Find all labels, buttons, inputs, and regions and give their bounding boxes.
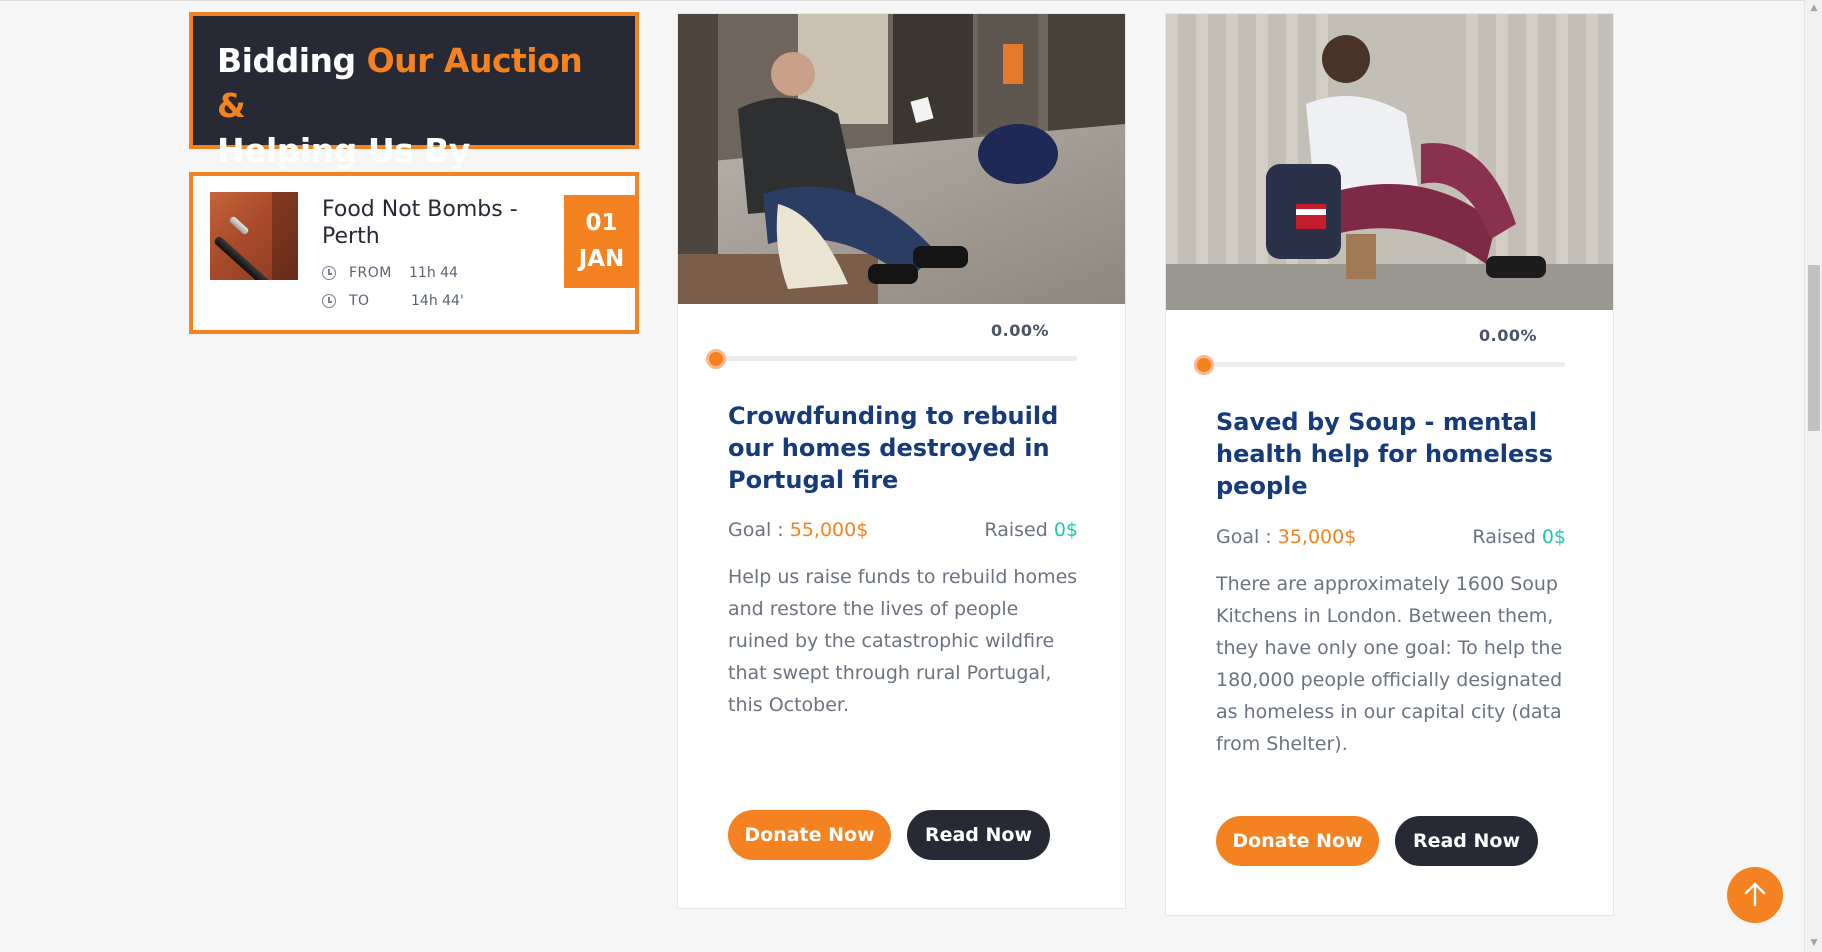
campaign-card: 0.00% Saved by Soup - mental health help… [1165, 13, 1614, 916]
read-now-button[interactable]: Read Now [907, 810, 1050, 860]
clock-icon [322, 294, 336, 308]
auction-heading-part1: Bidding [217, 41, 367, 80]
scrollbar-thumb[interactable] [1808, 265, 1820, 431]
event-thumbnail[interactable] [210, 192, 298, 280]
event-time-to: TO 14h 44' [322, 292, 522, 310]
raised-group: Raised 0$ [1472, 526, 1566, 548]
campaign-description: Help us raise funds to rebuild homes and… [728, 566, 1078, 716]
campaign-title[interactable]: Saved by Soup - mental health help for h… [1216, 406, 1576, 502]
event-date-day: 01 [585, 210, 618, 236]
auction-heading-box: Bidding Our Auction & Helping Us By Dona… [189, 12, 639, 215]
event-date-badge: 01 JAN [564, 195, 639, 288]
raised-label: Raised [1472, 526, 1542, 548]
read-now-button[interactable]: Read Now [1395, 816, 1538, 866]
goal-amount: 55,000$ [789, 519, 869, 541]
event-title[interactable]: Food Not Bombs - Perth [322, 196, 542, 250]
goal-label: Goal : [1216, 526, 1278, 548]
donate-now-button[interactable]: Donate Now [728, 810, 891, 860]
top-divider [0, 0, 1804, 1]
progress-track [1194, 355, 1565, 375]
campaign-image[interactable] [678, 14, 1125, 304]
campaign-image[interactable] [1166, 14, 1613, 310]
raised-amount: 0$ [1541, 526, 1566, 548]
arrow-up-icon [1744, 882, 1766, 907]
progress-track [706, 349, 1077, 369]
raised-amount: 0$ [1053, 519, 1078, 541]
homeless-man-sitting-image [678, 14, 1125, 304]
campaign-title[interactable]: Crowdfunding to rebuild our homes destro… [728, 400, 1088, 496]
progress-percent: 0.00% [991, 321, 1050, 340]
progress-knob [706, 349, 726, 369]
goal-row: Goal : 55,000$ Raised 0$ [728, 519, 1078, 543]
progress-knob [1194, 355, 1214, 375]
scroll-up-icon[interactable]: ▲ [1805, 0, 1822, 17]
raised-group: Raised 0$ [984, 519, 1078, 541]
scroll-down-icon[interactable]: ▼ [1805, 935, 1822, 952]
goal-label: Goal : [728, 519, 790, 541]
clock-icon [322, 266, 336, 280]
event-date-month: JAN [578, 246, 625, 272]
progress-percent: 0.00% [1479, 326, 1538, 345]
donate-now-button[interactable]: Donate Now [1216, 816, 1379, 866]
homeless-man-wall-image [1166, 14, 1613, 310]
goal-row: Goal : 35,000$ Raised 0$ [1216, 526, 1566, 550]
back-to-top-button[interactable] [1727, 867, 1783, 923]
goal-amount: 35,000$ [1277, 526, 1357, 548]
to-label: TO [349, 293, 370, 309]
page-scrollbar[interactable]: ▲ ▼ [1804, 0, 1822, 952]
campaign-description: There are approximately 1600 Soup Kitche… [1216, 573, 1563, 755]
event-time-from: FROM 11h 44 [322, 264, 522, 282]
campaign-card: 0.00% Crowdfunding to rebuild our homes … [677, 13, 1126, 909]
from-value: 11h 44 [409, 265, 458, 281]
to-value: 14h 44' [411, 293, 464, 309]
from-label: FROM [349, 265, 392, 281]
raised-label: Raised [984, 519, 1054, 541]
